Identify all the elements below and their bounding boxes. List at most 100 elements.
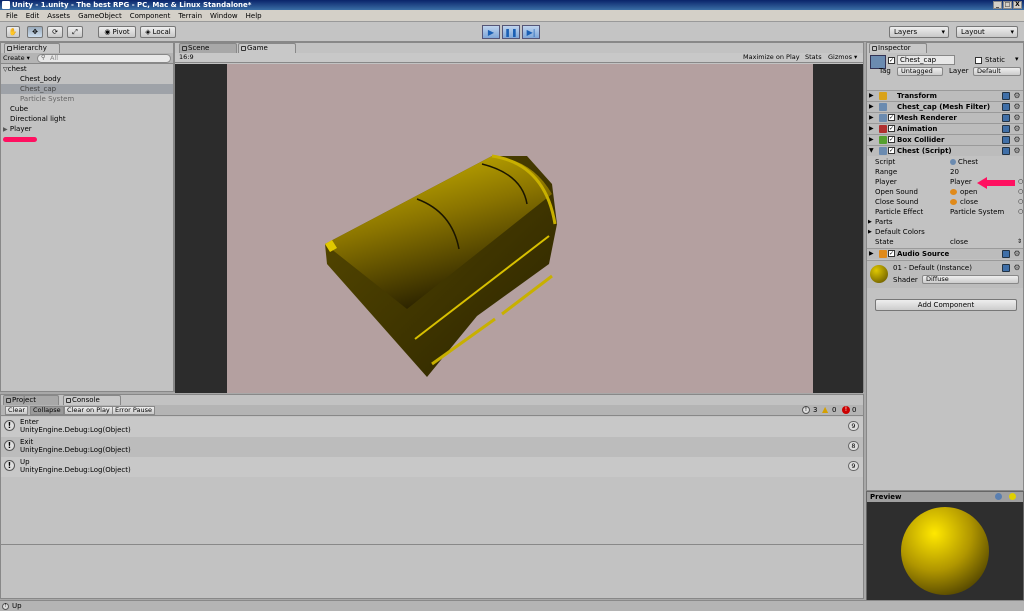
field-default-colors[interactable]: ▶ Default Colors xyxy=(867,227,1023,237)
hierarchy-search-input[interactable]: All xyxy=(37,54,171,63)
field-value[interactable]: Particle System xyxy=(950,207,1004,217)
log-filter-icon[interactable]: ! xyxy=(802,406,810,414)
expand-arrow-icon[interactable]: ▶ xyxy=(868,217,872,227)
help-icon[interactable] xyxy=(1002,147,1010,155)
menu-terrain[interactable]: Terrain xyxy=(174,12,206,20)
tab-project[interactable]: Project xyxy=(3,395,59,405)
log-entry[interactable]: ! Exit UnityEngine.Debug:Log(Object) 8 xyxy=(1,437,863,457)
clear-button[interactable]: Clear xyxy=(5,406,28,415)
field-value[interactable]: Chest xyxy=(958,157,978,167)
pivot-toggle[interactable]: ◉ Pivot xyxy=(98,26,136,38)
layout-dropdown[interactable]: Layout xyxy=(956,26,1018,38)
expand-arrow-icon[interactable]: ▶ xyxy=(869,113,874,123)
menu-help[interactable]: Help xyxy=(242,12,266,20)
hierarchy-item-chest-body[interactable]: Chest_body xyxy=(1,74,173,84)
menu-file[interactable]: File xyxy=(2,12,22,20)
component-mesh-renderer[interactable]: ▶ ✓ Mesh Renderer ⚙ xyxy=(867,112,1023,123)
component-mesh-filter[interactable]: ▶ Chest_cap (Mesh Filter) ⚙ xyxy=(867,101,1023,112)
gear-icon[interactable]: ⚙ xyxy=(1013,125,1021,133)
error-pause-toggle[interactable]: Error Pause xyxy=(112,406,156,415)
scale-tool-icon[interactable]: ⤢ xyxy=(67,26,83,38)
preview-sphere-icon[interactable] xyxy=(995,493,1002,500)
expand-arrow-icon[interactable]: ▶ xyxy=(869,124,874,134)
menu-component[interactable]: Component xyxy=(126,12,175,20)
gear-icon[interactable]: ⚙ xyxy=(1013,103,1021,111)
menu-window[interactable]: Window xyxy=(206,12,242,20)
console-splitter[interactable] xyxy=(1,544,863,545)
tag-dropdown[interactable]: Untagged xyxy=(897,67,943,76)
static-dropdown-icon[interactable]: ▾ xyxy=(1015,55,1019,63)
hierarchy-item-particle-system[interactable]: Particle System xyxy=(1,94,173,104)
help-icon[interactable] xyxy=(1002,125,1010,133)
gear-icon[interactable]: ⚙ xyxy=(1013,114,1021,122)
expand-arrow-icon[interactable]: ▶ xyxy=(869,249,874,259)
gizmos-dropdown[interactable]: Gizmos ▾ xyxy=(828,53,857,62)
error-filter-icon[interactable]: ! xyxy=(842,406,850,414)
object-picker-icon[interactable]: ○ xyxy=(1018,177,1023,187)
maximize-on-play-toggle[interactable]: Maximize on Play xyxy=(743,53,800,62)
object-picker-icon[interactable]: ○ xyxy=(1018,197,1023,207)
tab-game[interactable]: Game xyxy=(238,43,296,53)
shader-dropdown[interactable]: Diffuse xyxy=(922,275,1019,284)
tab-console[interactable]: Console xyxy=(63,395,121,405)
gear-icon[interactable]: ⚙ xyxy=(1013,264,1021,272)
maximize-button[interactable]: □ xyxy=(1003,1,1012,9)
expand-arrow-icon[interactable]: ▶ xyxy=(869,135,874,145)
expand-arrow-icon[interactable]: ▶ xyxy=(869,102,874,112)
help-icon[interactable] xyxy=(1002,114,1010,122)
create-button[interactable]: Create ▾ xyxy=(3,54,33,63)
help-icon[interactable] xyxy=(1002,250,1010,258)
move-tool-icon[interactable]: ✥ xyxy=(27,26,43,38)
hierarchy-item-chest[interactable]: ▽chest xyxy=(1,64,173,74)
collapse-toggle[interactable]: Collapse xyxy=(30,406,64,415)
state-dropdown[interactable]: close xyxy=(950,237,968,247)
play-button[interactable]: ▶ xyxy=(482,25,500,39)
expand-arrow-icon[interactable]: ▶ xyxy=(868,227,872,237)
menu-assets[interactable]: Assets xyxy=(43,12,74,20)
tab-inspector[interactable]: Inspector xyxy=(869,43,927,53)
component-enabled-checkbox[interactable]: ✓ xyxy=(888,125,895,132)
hierarchy-item-player[interactable]: ▶ Player xyxy=(1,124,173,134)
stats-toggle[interactable]: Stats xyxy=(805,53,822,62)
rotate-tool-icon[interactable]: ⟳ xyxy=(47,26,63,38)
component-chest-script[interactable]: ▼ ✓ Chest (Script) ⚙ xyxy=(867,145,1023,156)
help-icon[interactable] xyxy=(1002,264,1010,272)
status-message[interactable]: Up xyxy=(12,602,22,610)
hierarchy-item-chest-cap[interactable]: Chest_cap xyxy=(1,84,173,94)
aspect-dropdown[interactable]: 16:9 xyxy=(179,53,239,62)
minimize-button[interactable]: _ xyxy=(993,1,1002,9)
component-transform[interactable]: ▶ Transform ⚙ xyxy=(867,90,1023,101)
gear-icon[interactable]: ⚙ xyxy=(1013,92,1021,100)
collapse-arrow-icon[interactable]: ▼ xyxy=(869,146,874,156)
hierarchy-item-cube[interactable]: Cube xyxy=(1,104,173,114)
close-button[interactable]: X xyxy=(1013,1,1022,9)
hierarchy-item-directional-light[interactable]: Directional light xyxy=(1,114,173,124)
component-enabled-checkbox[interactable]: ✓ xyxy=(888,147,895,154)
component-box-collider[interactable]: ▶ ✓ Box Collider ⚙ xyxy=(867,134,1023,145)
log-entry[interactable]: ! Enter UnityEngine.Debug:Log(Object) 9 xyxy=(1,417,863,437)
field-value[interactable]: 20 xyxy=(950,167,959,177)
menu-edit[interactable]: Edit xyxy=(22,12,44,20)
warning-filter-icon[interactable]: ▲ xyxy=(822,405,828,414)
game-viewport[interactable] xyxy=(175,64,863,393)
gear-icon[interactable]: ⚙ xyxy=(1013,250,1021,258)
component-enabled-checkbox[interactable]: ✓ xyxy=(888,250,895,257)
help-icon[interactable] xyxy=(1002,103,1010,111)
hand-tool-icon[interactable]: ✋ xyxy=(6,26,20,38)
expand-arrow-icon[interactable]: ▶ xyxy=(869,91,874,101)
material-preview-sphere[interactable] xyxy=(901,507,989,595)
tab-hierarchy[interactable]: Hierarchy xyxy=(4,43,60,53)
preview-light-icon[interactable] xyxy=(1009,493,1016,500)
object-picker-icon[interactable]: ○ xyxy=(1018,207,1023,217)
menu-gameobject[interactable]: GameObject xyxy=(74,12,126,20)
component-enabled-checkbox[interactable]: ✓ xyxy=(888,114,895,121)
pause-button[interactable]: ❚❚ xyxy=(502,25,520,39)
gear-icon[interactable]: ⚙ xyxy=(1013,136,1021,144)
component-audio-source[interactable]: ▶ ✓ Audio Source ⚙ xyxy=(867,248,1023,259)
object-name-field[interactable]: Chest_cap xyxy=(897,55,955,65)
gear-icon[interactable]: ⚙ xyxy=(1013,147,1021,155)
clear-on-play-toggle[interactable]: Clear on Play xyxy=(64,406,113,415)
local-toggle[interactable]: ◈ Local xyxy=(140,26,176,38)
field-value[interactable]: close xyxy=(960,197,978,207)
layers-dropdown[interactable]: Layers xyxy=(889,26,949,38)
